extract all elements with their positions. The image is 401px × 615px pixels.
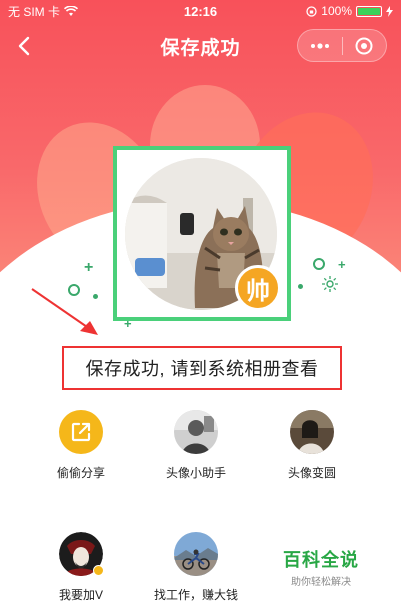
target-circle-icon	[355, 37, 373, 54]
more-button[interactable]	[298, 30, 342, 61]
battery-icon	[356, 5, 382, 17]
grid-item-label: 头像小助手	[165, 466, 226, 480]
mini-program-capsule	[297, 29, 387, 62]
plus-decoration: +	[338, 257, 346, 272]
avatar-badge: 帅	[235, 265, 281, 311]
job-avatar-icon	[174, 532, 218, 576]
watermark-logo: 百科全说 助你轻松解决	[283, 546, 359, 588]
grid-item-label: 偷偷分享	[56, 466, 105, 480]
grid-item-label: 我要加V	[58, 588, 103, 602]
v-badge-avatar-icon	[59, 532, 104, 576]
nav-bar: 保存成功	[0, 24, 401, 68]
grid-item-share[interactable]: 偷偷分享	[21, 410, 141, 481]
assistant-avatar-icon	[174, 410, 218, 454]
red-arrow-annotation	[31, 288, 98, 335]
round-avatar-icon	[290, 410, 334, 454]
grid-item-label: 头像变圆	[287, 466, 336, 480]
sun-decoration-icon	[322, 276, 338, 292]
status-bar: 无 SIM 卡 12:16 100%	[0, 0, 401, 22]
circle-decoration	[313, 258, 325, 270]
dot-decoration	[298, 284, 303, 289]
watermark-subtitle: 助你轻松解决	[291, 577, 351, 588]
plus-decoration: +	[84, 259, 94, 276]
share-icon	[59, 410, 103, 454]
success-message: 保存成功, 请到系统相册查看	[62, 346, 342, 390]
grid-item-add-v[interactable]: 我要加V	[21, 532, 141, 603]
clock: 12:16	[183, 3, 218, 19]
close-mini-program-button[interactable]	[343, 30, 387, 61]
watermark-title: 百科全说	[283, 550, 359, 570]
grid-item-avatar-assistant[interactable]: 头像小助手	[136, 410, 256, 481]
v-badge-icon	[93, 565, 104, 576]
success-message-text: 保存成功, 请到系统相册查看	[85, 359, 319, 379]
grid-item-find-job[interactable]: 找工作，赚大钱	[136, 532, 256, 603]
more-dots-icon	[310, 42, 329, 49]
grid-item-round-avatar[interactable]: 头像变圆	[252, 410, 372, 481]
avatar-frame: 帅	[113, 146, 291, 321]
grid-item-label: 找工作，赚大钱	[153, 588, 238, 602]
